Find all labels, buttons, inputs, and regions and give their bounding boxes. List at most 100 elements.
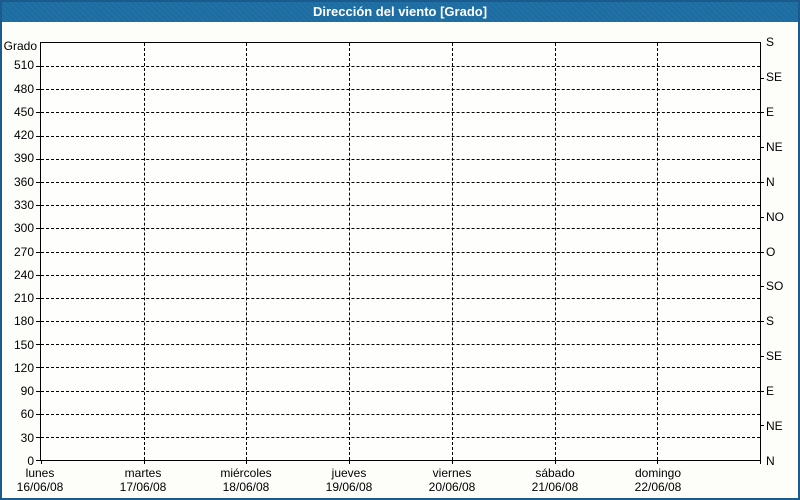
horizontal-gridline — [41, 135, 760, 137]
y-axis-left-tick — [36, 158, 40, 160]
horizontal-gridline — [41, 344, 760, 346]
y-axis-left-tick-label: 450 — [13, 104, 34, 119]
y-axis-left-tick — [36, 344, 40, 346]
day-name: miércoles — [220, 466, 272, 480]
y-axis-right-compass-label: SO — [766, 279, 784, 294]
wind-direction-chart-panel: Dirección del viento [Grado] Grado 0 30 60… — [0, 0, 800, 500]
y-axis-right-tick — [760, 355, 764, 357]
y-axis-right-tick — [760, 251, 764, 253]
y-axis-left-tick — [36, 66, 40, 68]
x-axis-day-label: viernes 20/06/08 — [429, 466, 476, 494]
horizontal-gridline — [41, 66, 760, 68]
y-axis-left-tick — [36, 112, 40, 114]
y-axis-left-tick — [36, 297, 40, 299]
x-axis-day-label: miércoles 18/06/08 — [220, 466, 271, 494]
y-axis-right-tick — [760, 147, 764, 149]
y-axis-left-tick-label: 480 — [13, 81, 34, 96]
y-axis-right-compass-label: N — [766, 454, 775, 468]
y-axis-left-tick-label: 330 — [13, 197, 34, 212]
vertical-day-gridline — [246, 43, 248, 460]
horizontal-gridline — [41, 89, 760, 91]
y-axis-left-tick-label: 510 — [13, 58, 34, 73]
horizontal-gridline — [41, 228, 760, 230]
y-axis-left-tick — [36, 251, 40, 253]
day-date: 17/06/08 — [119, 480, 167, 494]
horizontal-gridline — [41, 274, 760, 276]
day-date: 21/06/08 — [531, 480, 579, 494]
y-axis-right-compass-label: NE — [766, 419, 783, 434]
x-axis-tick — [349, 460, 351, 464]
y-axis-right-compass-label: E — [766, 384, 775, 399]
y-axis-right-compass-label: NE — [766, 139, 783, 154]
day-date: 19/06/08 — [325, 480, 373, 494]
y-axis-left-tick-label: 30 — [20, 430, 34, 445]
day-date: 22/06/08 — [634, 480, 682, 494]
y-axis-left-tick-label: 60 — [20, 407, 34, 422]
plot-area — [36, 42, 764, 464]
x-axis-tick — [246, 460, 248, 464]
y-axis-right-compass-label: S — [766, 314, 775, 329]
y-axis-left-tick-label: 150 — [13, 337, 34, 352]
y-axis-left-tick-label: 120 — [13, 360, 34, 375]
horizontal-gridline — [41, 436, 760, 438]
horizontal-gridline — [41, 251, 760, 253]
x-axis-tick — [143, 460, 145, 464]
y-axis-left-tick-label: 300 — [13, 221, 34, 236]
y-axis-right-compass-label: NO — [766, 209, 784, 224]
y-axis-right-compass-label: N — [766, 174, 775, 189]
horizontal-gridline — [41, 413, 760, 415]
horizontal-gridline — [41, 112, 760, 114]
horizontal-gridline — [41, 205, 760, 207]
day-name: lunes — [25, 466, 55, 480]
y-axis-left-tick-label: 360 — [13, 174, 34, 189]
y-axis-right-tick — [760, 425, 764, 427]
day-name: martes — [124, 466, 162, 480]
vertical-day-gridline — [554, 43, 556, 460]
y-axis-left-tick — [36, 228, 40, 230]
y-axis-left-tick — [36, 460, 40, 461]
chart-title-bar: Dirección del viento [Grado] — [2, 2, 798, 22]
day-name: jueves — [331, 466, 367, 480]
y-axis-left-labels: 0 30 60 90 120 150 180 210 240 270 300 330 360 390 420… — [2, 42, 34, 468]
y-axis-left-tick — [36, 274, 40, 276]
y-axis-right-tick — [760, 216, 764, 218]
x-axis-tick — [657, 460, 659, 464]
y-axis-left-tick — [36, 436, 40, 438]
y-axis-right-tick — [760, 181, 764, 183]
y-axis-right-tick — [760, 390, 764, 392]
x-axis-day-label: martes 17/06/08 — [120, 466, 167, 494]
y-axis-left-tick — [36, 135, 40, 137]
x-axis-tick — [41, 460, 42, 464]
y-axis-right-tick — [760, 77, 764, 79]
y-axis-left-tick-label: 420 — [13, 128, 34, 143]
y-axis-left-tick-label: 390 — [13, 151, 34, 166]
horizontal-gridline — [41, 320, 760, 322]
horizontal-gridline — [41, 181, 760, 183]
y-axis-left-tick — [36, 320, 40, 322]
x-axis-day-label: domingo 22/06/08 — [635, 466, 682, 494]
x-axis-tick — [760, 460, 761, 464]
x-axis-day-label: sábado 21/06/08 — [532, 466, 579, 494]
y-axis-right-compass-label: O — [766, 244, 776, 259]
horizontal-gridline — [41, 158, 760, 160]
horizontal-gridline — [41, 297, 760, 299]
horizontal-gridline — [41, 390, 760, 392]
day-date: 16/06/08 — [16, 480, 64, 494]
x-axis-tick — [451, 460, 453, 464]
x-axis-tick — [554, 460, 556, 464]
y-axis-right-compass-label: SE — [766, 349, 783, 364]
vertical-day-gridline — [657, 43, 659, 460]
y-axis-right-tick — [760, 112, 764, 114]
chart-title: Dirección del viento [Grado] — [312, 4, 488, 19]
y-axis-right-labels: S SE E NE N NO O SO S SE E NE N — [766, 35, 798, 468]
y-axis-left-tick — [36, 413, 40, 415]
y-axis-left-tick-label: 90 — [20, 384, 34, 399]
x-axis-day-label: lunes 16/06/08 — [17, 466, 64, 494]
vertical-day-gridline — [451, 43, 453, 460]
day-date: 18/06/08 — [222, 480, 270, 494]
day-date: 20/06/08 — [428, 480, 476, 494]
y-axis-left-tick — [36, 367, 40, 369]
vertical-day-gridline — [349, 43, 351, 460]
y-axis-right-tick — [760, 320, 764, 322]
x-axis-day-label: jueves 19/06/08 — [326, 466, 373, 494]
